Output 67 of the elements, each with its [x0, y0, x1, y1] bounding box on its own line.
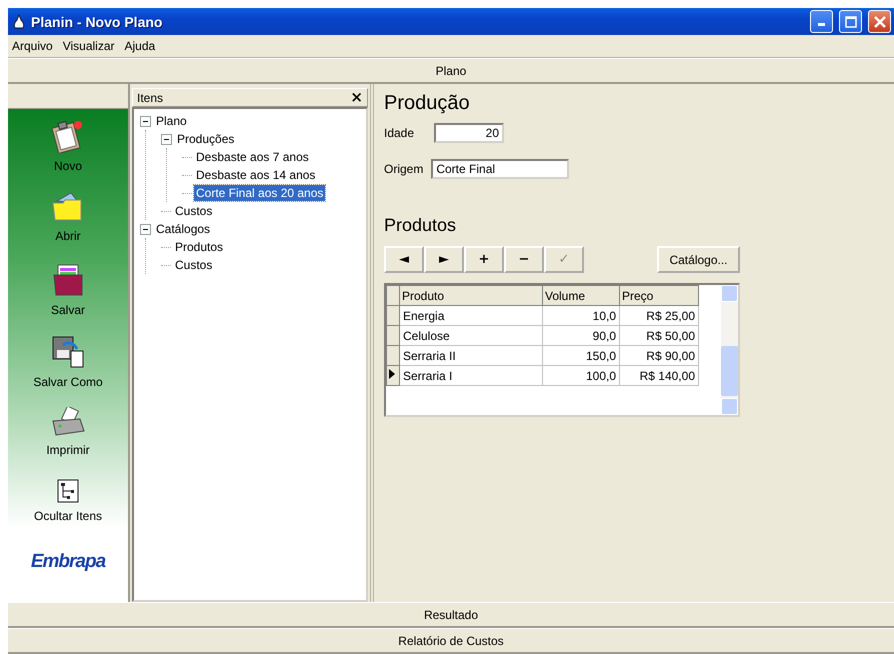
toolbar-button[interactable]: ►: [424, 246, 464, 273]
column-header[interactable]: Preço: [620, 286, 698, 306]
tree-item[interactable]: Catálogos: [154, 221, 212, 237]
table-cell: R$ 25,00: [620, 306, 698, 326]
maximize-icon: [844, 16, 856, 28]
sidebar-button[interactable]: Salvar: [13, 261, 123, 333]
tree-diagram-icon: [57, 479, 79, 503]
collapse-icon[interactable]: [140, 116, 151, 126]
menu-item[interactable]: Arquivo: [12, 39, 53, 53]
field-label: Origem: [384, 162, 424, 176]
section-bar[interactable]: Resultado: [8, 602, 894, 628]
close-button[interactable]: ×: [350, 90, 363, 105]
column-header[interactable]: Produto: [400, 286, 542, 306]
table-cell: Celulose: [400, 326, 542, 346]
tree-item[interactable]: Produções: [175, 131, 236, 147]
tree-item[interactable]: Custos: [173, 257, 214, 273]
close-button[interactable]: [868, 10, 891, 33]
table-cell: Serraria I: [400, 366, 542, 386]
tree-item[interactable]: Desbaste aos 7 anos: [194, 149, 311, 165]
toolbar-button[interactable]: −: [504, 246, 544, 273]
toolbar-button[interactable]: ◄: [384, 246, 424, 273]
tree-item[interactable]: Plano: [154, 113, 189, 129]
table-cell: 100,0: [542, 366, 620, 386]
sidebar-button[interactable]: Novo: [13, 117, 123, 189]
app-icon: [13, 14, 25, 30]
tree-item[interactable]: Desbaste aos 14 anos: [194, 167, 318, 183]
table-cell: Energia: [400, 306, 542, 326]
collapse-icon[interactable]: [161, 134, 172, 144]
table-cell: R$ 50,00: [620, 326, 698, 346]
window-title: Planin - Novo Plano: [31, 14, 164, 30]
table-cell: R$ 140,00: [620, 366, 698, 386]
tree-item[interactable]: Custos: [173, 203, 214, 219]
logo: Embrapa: [30, 551, 106, 573]
file-box-icon: [52, 263, 84, 297]
section-title: Produção: [384, 92, 471, 115]
collapse-icon[interactable]: [140, 224, 151, 234]
scrollbar[interactable]: [721, 285, 738, 415]
sidebar-button[interactable]: Abrir: [13, 189, 123, 261]
menu-item[interactable]: Visualizar: [62, 39, 114, 53]
table-cell: R$ 90,00: [620, 346, 698, 366]
section-bar[interactable]: Relatório de Custos: [8, 628, 894, 654]
printer-icon: [50, 407, 86, 437]
table-cell: 90,0: [542, 326, 620, 346]
sidebar-button[interactable]: Imprimir: [13, 405, 123, 477]
sidebar-button[interactable]: Salvar Como: [13, 333, 123, 405]
column-header[interactable]: Volume: [542, 286, 620, 306]
plan-bar[interactable]: Plano: [8, 58, 894, 84]
table-cell: Serraria II: [400, 346, 542, 366]
maximize-button[interactable]: [839, 10, 862, 33]
input-field[interactable]: Corte Final: [431, 159, 570, 179]
input-field[interactable]: 20: [434, 123, 504, 143]
table-cell: 150,0: [542, 346, 620, 366]
close-icon: [874, 16, 886, 28]
tree-item[interactable]: Corte Final aos 20 anos: [194, 185, 326, 201]
field-label: Idade: [384, 126, 414, 140]
table-cell: 10,0: [542, 306, 620, 326]
row-indicator[interactable]: [386, 366, 400, 386]
minimize-button[interactable]: [810, 10, 833, 33]
toolbar-button[interactable]: +: [464, 246, 504, 273]
panel-title: Itens: [137, 90, 164, 104]
header-corner: [386, 286, 400, 306]
menu-item[interactable]: Ajuda: [124, 39, 156, 53]
floppy-disk-icon: [51, 335, 85, 369]
tree-item[interactable]: Produtos: [173, 239, 226, 255]
catalog-button[interactable]: Catálogo...: [657, 246, 740, 273]
sidebar-button[interactable]: Ocultar Itens: [13, 477, 123, 549]
section-title: Produtos: [384, 215, 458, 236]
